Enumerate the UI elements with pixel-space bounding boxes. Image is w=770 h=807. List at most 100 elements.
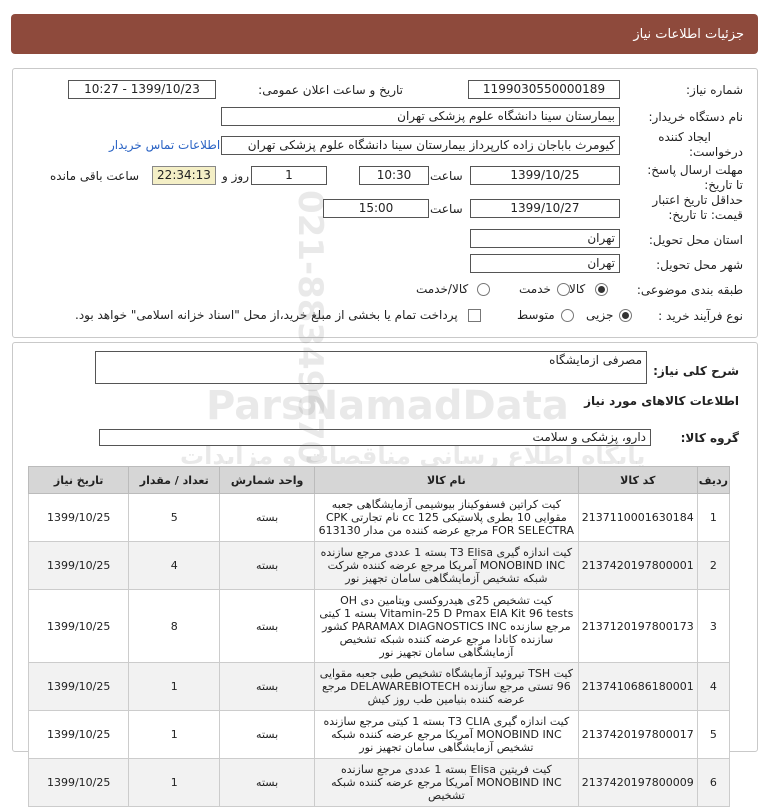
row-date: 1399/10/25 [27,541,130,590]
row-name: کیت کراتین فسفوکیناز بیوشیمی آزمایشگاهی … [313,493,579,542]
row-unit: بسته [219,758,315,807]
deadline-label-2: تا تاریخ: [704,178,743,192]
buyer-label: نام دستگاه خریدار: [648,110,744,124]
process-minor-radio[interactable] [619,309,632,322]
row-date: 1399/10/25 [27,758,130,807]
validity-date-field: 1399/10/27 [470,199,620,218]
row-unit: بسته [219,541,315,590]
row-code: 2137120197800173 [577,589,698,663]
process-medium-label: متوسط [517,308,555,322]
description-label: شرح کلی نیاز: [653,364,739,378]
validity-time-label: ساعت [430,202,463,216]
row-name: کیت فریتین Elisa بسته 1 عددی مرجع سازنده… [313,758,579,807]
need-number-field: 1199030550000189 [468,80,620,99]
table-row[interactable]: 6 2137420197800009 کیت فریتین Elisa بسته… [27,758,731,807]
city-field: تهران [470,254,620,273]
buyer-field: بیمارستان سینا دانشگاه علوم پزشکی تهران [221,107,620,126]
days-field: 1 [251,166,327,185]
row-unit: بسته [219,710,315,759]
process-medium-radio[interactable] [561,309,574,322]
goods-group-label: گروه کالا: [680,431,739,445]
col-unit: واحد شمارش [219,466,315,494]
validity-label-1: حداقل تاریخ اعتبار [652,193,743,207]
page-title: جزئیات اطلاعات نیاز [633,26,744,42]
row-qty: 4 [128,541,221,590]
row-code: 2137420197800001 [577,541,698,590]
col-code: کد کالا [577,466,698,494]
category-service-label: خدمت [519,282,551,296]
row-qty: 8 [128,589,221,663]
row-index: 4 [696,662,731,711]
row-code: 2137420197800009 [577,758,698,807]
row-code: 2137410686180001 [577,662,698,711]
deadline-time-field: 10:30 [359,166,429,185]
row-index: 6 [696,758,731,807]
category-both-label: کالا/خدمت [416,282,469,296]
province-label: استان محل تحویل: [648,233,743,247]
row-name: کیت اندازه گیری T3 Elisa بسته 1 عددی مرج… [313,541,579,590]
category-goods-label: کالا [569,282,586,296]
row-code: 2137420197800017 [577,710,698,759]
row-name: کیت تشخیص 25ی هیدروکسی ویتامین دی OH Vit… [313,589,579,663]
days-label: روز و [222,169,249,183]
description-field: مصرفی ازمایشگاه [95,351,647,384]
process-label: نوع فرآیند خرید : [658,309,743,323]
remaining-time-field: 22:34:13 [152,166,216,185]
row-name: کیت اندازه گیری T3 CLIA بسته 1 کیتی مرجع… [313,710,579,759]
col-index: ردیف [696,466,731,494]
details-panel: شماره نیاز: 1199030550000189 تاریخ و ساع… [12,68,758,338]
buyer-contact-link[interactable]: اطلاعات تماس خریدار [109,138,220,152]
row-index: 5 [696,710,731,759]
row-index: 3 [696,589,731,663]
row-code: 2137110001630184 [577,493,698,542]
announce-label: تاریخ و ساعت اعلان عمومی: [258,83,403,97]
table-row[interactable]: 1 2137110001630184 کیت کراتین فسفوکیناز … [27,493,731,542]
page-header: جزئیات اطلاعات نیاز [11,14,758,54]
process-minor-label: جزیی [586,308,614,322]
row-qty: 1 [128,710,221,759]
city-label: شهر محل تحویل: [656,258,743,272]
col-date: تاریخ نیاز [27,466,130,494]
need-number-label: شماره نیاز: [686,83,743,97]
col-name: نام کالا [313,466,579,494]
row-date: 1399/10/25 [27,589,130,663]
row-unit: بسته [219,589,315,663]
deadline-date-field: 1399/10/25 [470,166,620,185]
table-row[interactable]: 4 2137410686180001 کیت TSH تیروئید آزمای… [27,662,731,711]
announce-field: 1399/10/23 - 10:27 [68,80,216,99]
category-service-radio[interactable] [557,283,570,296]
category-goods-radio[interactable] [595,283,608,296]
validity-label-2: قیمت: تا تاریخ: [668,208,743,222]
row-unit: بسته [219,493,315,542]
table-row[interactable]: 3 2137120197800173 کیت تشخیص 25ی هیدروکس… [27,589,731,663]
treasury-payment-checkbox[interactable] [468,309,481,322]
goods-table: ردیف کد کالا نام کالا واحد شمارش تعداد /… [27,466,731,807]
row-date: 1399/10/25 [27,662,130,711]
table-row[interactable]: 2 2137420197800001 کیت اندازه گیری T3 El… [27,541,731,590]
deadline-time-label: ساعت [430,169,463,183]
row-date: 1399/10/25 [27,710,130,759]
creator-label-1: ایجاد کننده [658,130,711,144]
row-index: 1 [696,493,731,542]
goods-table-header: ردیف کد کالا نام کالا واحد شمارش تعداد /… [27,466,731,494]
province-field: تهران [470,229,620,248]
payment-note: پرداخت تمام یا بخشی از مبلغ خرید،از محل … [75,308,458,322]
validity-time-field: 15:00 [323,199,429,218]
goods-group-field: دارو، پزشکی و سلامت [99,429,651,446]
row-date: 1399/10/25 [27,493,130,542]
table-row[interactable]: 5 2137420197800017 کیت اندازه گیری T3 CL… [27,710,731,759]
creator-field: کیومرث باباجان زاده کارپرداز بیمارستان س… [221,136,620,155]
category-both-radio[interactable] [477,283,490,296]
remaining-label: ساعت باقی مانده [50,169,140,183]
deadline-label-1: مهلت ارسال پاسخ: [647,163,743,177]
col-qty: تعداد / مقدار [128,466,221,494]
row-unit: بسته [219,662,315,711]
row-qty: 1 [128,758,221,807]
row-qty: 1 [128,662,221,711]
goods-section-title: اطلاعات کالاهای مورد نیاز [584,394,739,408]
row-qty: 5 [128,493,221,542]
category-label: طبقه بندی موضوعی: [636,283,743,297]
row-name: کیت TSH تیروئید آزمایشگاه تشخیص طبی جعبه… [313,662,579,711]
row-index: 2 [696,541,731,590]
creator-label-2: درخواست: [689,145,743,159]
